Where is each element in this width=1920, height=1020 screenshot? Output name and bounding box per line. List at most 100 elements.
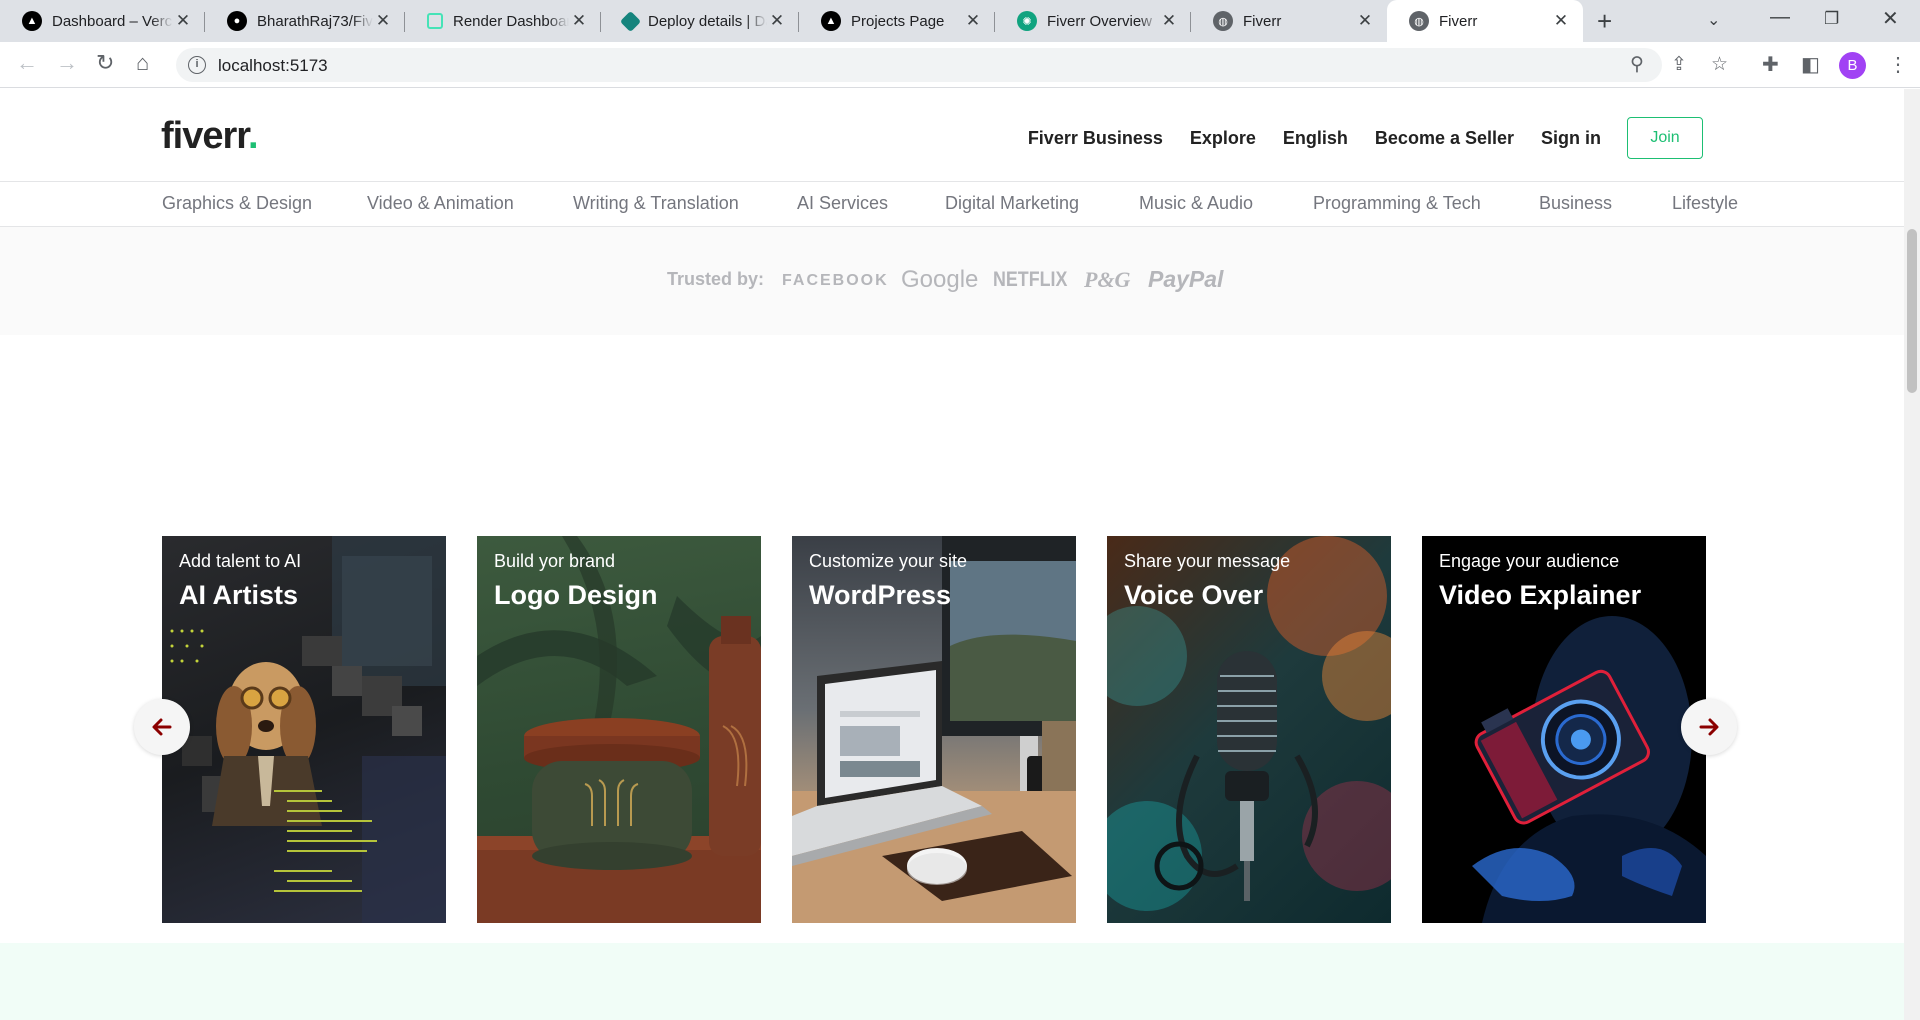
trusted-by-label: Trusted by:: [667, 269, 765, 289]
site-info-icon[interactable]: i: [188, 56, 206, 74]
browser-tab[interactable]: Render Dashboard ✕: [405, 0, 601, 42]
browser-tab[interactable]: ▲ Projects Page ✕: [799, 0, 995, 42]
render-icon: [427, 13, 443, 29]
browser-tab[interactable]: ◍ Fiverr ✕: [1191, 0, 1387, 42]
logo-dot: .: [247, 115, 259, 157]
extensions-icon[interactable]: ✚: [1762, 52, 1779, 77]
tab-title: Fiverr: [1439, 12, 1478, 30]
netlify-icon: [619, 10, 642, 32]
service-card-wordpress[interactable]: Customize your site WordPress: [792, 536, 1076, 923]
features-section: [0, 943, 1904, 1020]
service-card-ai-artists[interactable]: Add talent to AI AI Artists: [162, 536, 446, 923]
service-card-logo-design[interactable]: Build yor brand Logo Design: [477, 536, 761, 923]
close-icon[interactable]: ✕: [1355, 11, 1375, 31]
trusted-by-bar: Trusted by: FACEBOOK Google NETFLIX P&G …: [0, 227, 1904, 335]
vercel-icon: ▲: [22, 11, 42, 31]
tab-title: Fiverr: [1243, 12, 1282, 30]
github-icon: ●: [227, 11, 247, 31]
tab-title: Projects Page: [851, 12, 945, 30]
fiverr-logo[interactable]: fiverr.: [161, 115, 258, 158]
pg-logo: P&G: [1084, 267, 1131, 292]
google-logo: Google: [901, 266, 979, 293]
category-lifestyle[interactable]: Lifestyle: [1672, 193, 1738, 214]
card-title: AI Artists: [179, 580, 299, 610]
minimize-button[interactable]: —: [1770, 6, 1790, 29]
home-icon[interactable]: ⌂: [136, 50, 149, 76]
category-programming-tech[interactable]: Programming & Tech: [1313, 193, 1481, 214]
browser-tab[interactable]: ▲ Dashboard – Vercel ✕: [0, 0, 205, 42]
card-title: Voice Over: [1124, 580, 1264, 610]
restore-button[interactable]: ❐: [1824, 9, 1839, 29]
category-graphics-design[interactable]: Graphics & Design: [162, 193, 312, 214]
close-icon[interactable]: ✕: [373, 11, 393, 31]
browser-tab[interactable]: Deploy details | Dashboard ✕: [601, 0, 799, 42]
netflix-logo: NETFLIX: [993, 268, 1068, 291]
service-card-video-explainer[interactable]: Engage your audience Video Explainer: [1422, 536, 1706, 923]
page-viewport: fiverr. Fiverr Business Explore English …: [0, 89, 1904, 1020]
close-icon[interactable]: ✕: [963, 11, 983, 31]
url-text: localhost:5173: [218, 56, 328, 75]
nav-sign-in[interactable]: Sign in: [1541, 128, 1601, 149]
bookmark-star-icon[interactable]: ☆: [1711, 53, 1728, 76]
vercel-icon: ▲: [821, 11, 841, 31]
page-scrollbar[interactable]: [1904, 89, 1920, 1020]
tab-title: Fiverr Overview: [1047, 12, 1153, 30]
tab-title: Deploy details | Dashboard: [648, 12, 767, 30]
arrow-left-icon: [152, 718, 172, 736]
card-title: Logo Design: [494, 580, 658, 610]
category-writing-translation[interactable]: Writing & Translation: [573, 193, 739, 214]
browser-tab-active[interactable]: ◍ Fiverr ✕: [1387, 0, 1583, 42]
site-header: fiverr. Fiverr Business Explore English …: [0, 89, 1904, 181]
category-video-animation[interactable]: Video & Animation: [367, 193, 514, 214]
side-panel-icon[interactable]: ◧: [1801, 52, 1820, 77]
close-icon[interactable]: ✕: [1551, 11, 1571, 31]
profile-avatar[interactable]: B: [1839, 52, 1866, 79]
browser-tab[interactable]: ✺ Fiverr Overview ✕: [995, 0, 1191, 42]
forward-icon[interactable]: →: [56, 50, 78, 76]
browser-tab-strip: ▲ Dashboard – Vercel ✕ ● BharathRaj73/Fi…: [0, 0, 1920, 42]
address-bar[interactable]: i localhost:5173 ⚲ ⇪ ☆: [176, 48, 1728, 82]
service-card-voice-over[interactable]: Share your message Voice Over: [1107, 536, 1391, 923]
window-close-button[interactable]: ✕: [1882, 6, 1899, 31]
category-business[interactable]: Business: [1539, 193, 1612, 214]
new-tab-button[interactable]: +: [1597, 6, 1612, 37]
scrollbar-thumb[interactable]: [1907, 229, 1917, 393]
facebook-logo: FACEBOOK: [782, 272, 889, 289]
arrow-right-icon: [1699, 718, 1719, 736]
nav-fiverr-business[interactable]: Fiverr Business: [1028, 128, 1163, 149]
tab-search-icon[interactable]: ⌄: [1707, 10, 1720, 30]
menu-icon[interactable]: ⋮: [1888, 52, 1908, 77]
zoom-icon[interactable]: ⚲: [1630, 53, 1644, 76]
chatgpt-icon: ✺: [1017, 11, 1037, 31]
nav-become-seller[interactable]: Become a Seller: [1375, 128, 1514, 149]
globe-icon: ◍: [1213, 11, 1233, 31]
browser-tab[interactable]: ● BharathRaj73/Fiverr ✕: [205, 0, 405, 42]
tab-title: Dashboard – Vercel: [52, 12, 173, 30]
close-icon[interactable]: ✕: [173, 11, 193, 31]
slider-prev-button[interactable]: [134, 699, 190, 755]
close-icon[interactable]: ✕: [569, 11, 589, 31]
join-button[interactable]: Join: [1627, 117, 1703, 159]
header-nav: Fiverr Business Explore English Become a…: [1001, 117, 1703, 159]
category-menu: Graphics & Design Video & Animation Writ…: [0, 181, 1904, 227]
logo-text: fiverr: [161, 115, 249, 157]
slider-next-button[interactable]: [1681, 699, 1737, 755]
tab-title: Render Dashboard: [453, 12, 569, 30]
category-music-audio[interactable]: Music & Audio: [1139, 193, 1253, 214]
category-ai-services[interactable]: AI Services: [797, 193, 888, 214]
card-subtitle: Add talent to AI: [179, 551, 302, 571]
back-icon[interactable]: ←: [16, 50, 38, 76]
share-icon[interactable]: ⇪: [1671, 53, 1687, 76]
tab-title: BharathRaj73/Fiverr: [257, 12, 373, 30]
nav-language[interactable]: English: [1283, 128, 1348, 149]
nav-explore[interactable]: Explore: [1190, 128, 1256, 149]
reload-icon[interactable]: ↻: [96, 50, 114, 76]
card-title: Video Explainer: [1439, 580, 1642, 610]
card-title: WordPress: [809, 580, 952, 610]
close-icon[interactable]: ✕: [767, 11, 787, 31]
globe-icon: ◍: [1409, 11, 1429, 31]
close-icon[interactable]: ✕: [1159, 11, 1179, 31]
card-subtitle: Customize your site: [809, 551, 968, 571]
card-subtitle: Engage your audience: [1439, 551, 1620, 571]
category-digital-marketing[interactable]: Digital Marketing: [945, 193, 1079, 214]
